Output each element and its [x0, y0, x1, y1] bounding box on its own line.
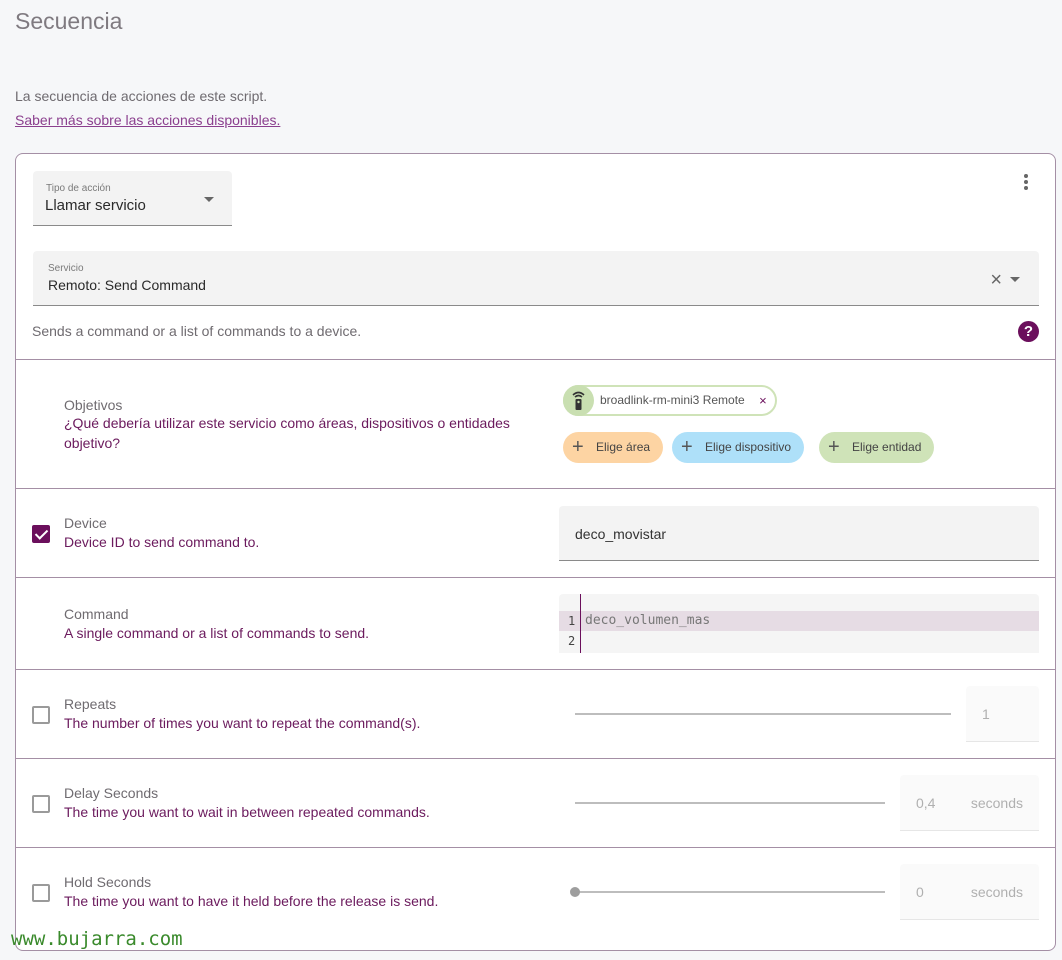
selected-entity-label: broadlink-rm-mini3 Remote — [600, 393, 745, 407]
delay-value: 0,4 — [916, 795, 936, 811]
delay-input[interactable]: 0,4 seconds — [900, 775, 1039, 831]
hold-unit: seconds — [970, 884, 1023, 900]
watermark: www.bujarra.com — [11, 928, 183, 950]
targets-description: ¿Qué debería utilizar este servicio como… — [64, 415, 510, 451]
delay-checkbox[interactable] — [32, 795, 50, 813]
repeats-checkbox[interactable] — [32, 706, 50, 724]
chevron-down-icon — [204, 197, 214, 202]
code-text: deco_volumen_mas — [585, 613, 711, 628]
remove-entity-icon[interactable]: × — [759, 387, 767, 414]
service-value: Remoto: Send Command — [48, 277, 206, 293]
delay-slider[interactable] — [575, 802, 885, 804]
cursor-gutter-line — [580, 594, 581, 653]
device-checkbox[interactable] — [32, 525, 50, 543]
remote-icon — [563, 385, 594, 416]
pick-device-label: Elige dispositivo — [705, 440, 792, 454]
clear-icon[interactable]: × — [990, 270, 1002, 290]
command-row: Command A single command or a list of co… — [16, 577, 1055, 669]
pick-area-label: Elige área — [596, 440, 651, 454]
device-description: Device ID to send command to. — [64, 534, 260, 550]
service-description: Sends a command or a list of commands to… — [32, 323, 362, 339]
delay-description: The time you want to wait in between rep… — [64, 804, 430, 820]
chevron-down-icon[interactable] — [1010, 277, 1020, 282]
repeats-value: 1 — [982, 706, 990, 722]
repeats-description: The number of times you want to repeat t… — [64, 715, 421, 731]
device-row: Device Device ID to send command to. dec… — [16, 488, 1055, 577]
hold-value: 0 — [916, 884, 924, 900]
command-code-editor[interactable]: 1 deco_volumen_mas 2 — [559, 594, 1039, 653]
command-description: A single command or a list of commands t… — [64, 625, 370, 641]
line-number: 1 — [568, 614, 576, 628]
action-type-select[interactable]: Tipo de acción Llamar servicio — [33, 171, 232, 226]
hold-name: Hold Seconds — [64, 874, 152, 890]
section-intro: La secuencia de acciones de este script. — [15, 88, 268, 104]
page-title: Secuencia — [15, 8, 123, 34]
action-card: Tipo de acción Llamar servicio Servicio … — [15, 153, 1056, 951]
selected-entity-chip[interactable]: broadlink-rm-mini3 Remote × — [563, 385, 777, 416]
plus-icon: + — [828, 436, 840, 458]
dot-icon — [1024, 174, 1028, 178]
dot-icon — [1024, 186, 1028, 190]
plus-icon: + — [681, 436, 693, 458]
hold-description: The time you want to have it held before… — [64, 893, 439, 909]
repeats-input[interactable]: 1 — [966, 686, 1039, 742]
targets-name: Objetivos — [64, 397, 123, 413]
pick-entity-label: Elige entidad — [852, 440, 922, 454]
code-line: 2 — [559, 631, 1039, 651]
hold-checkbox[interactable] — [32, 884, 50, 902]
plus-icon: + — [572, 436, 584, 458]
hold-input[interactable]: 0 seconds — [900, 864, 1039, 920]
repeats-row: Repeats The number of times you want to … — [16, 669, 1055, 758]
service-select[interactable]: Servicio Remoto: Send Command × — [33, 251, 1039, 306]
learn-more-link[interactable]: Saber más sobre las acciones disponibles… — [15, 112, 280, 128]
delay-row: Delay Seconds The time you want to wait … — [16, 758, 1055, 847]
hold-slider[interactable] — [575, 891, 885, 893]
service-label: Servicio — [48, 263, 84, 274]
delay-name: Delay Seconds — [64, 785, 159, 801]
help-icon[interactable]: ? — [1018, 321, 1039, 342]
repeats-slider[interactable] — [575, 713, 951, 715]
pick-area-button[interactable]: + Elige área — [563, 432, 664, 463]
command-name: Command — [64, 606, 129, 622]
dot-icon — [1024, 180, 1028, 184]
action-type-label: Tipo de acción — [46, 183, 111, 194]
device-name: Device — [64, 515, 107, 531]
overflow-menu-button[interactable] — [1023, 174, 1029, 192]
device-input[interactable]: deco_movistar — [559, 506, 1039, 561]
hold-slider-thumb[interactable] — [570, 887, 580, 897]
line-number: 2 — [568, 634, 576, 648]
delay-unit: seconds — [970, 795, 1023, 811]
code-line: 1 deco_volumen_mas — [559, 611, 1039, 631]
action-type-value: Llamar servicio — [45, 197, 146, 214]
targets-row: Objetivos ¿Qué debería utilizar este ser… — [16, 359, 1055, 488]
pick-entity-button[interactable]: + Elige entidad — [819, 432, 935, 463]
repeats-name: Repeats — [64, 696, 117, 712]
pick-device-button[interactable]: + Elige dispositivo — [672, 432, 805, 463]
